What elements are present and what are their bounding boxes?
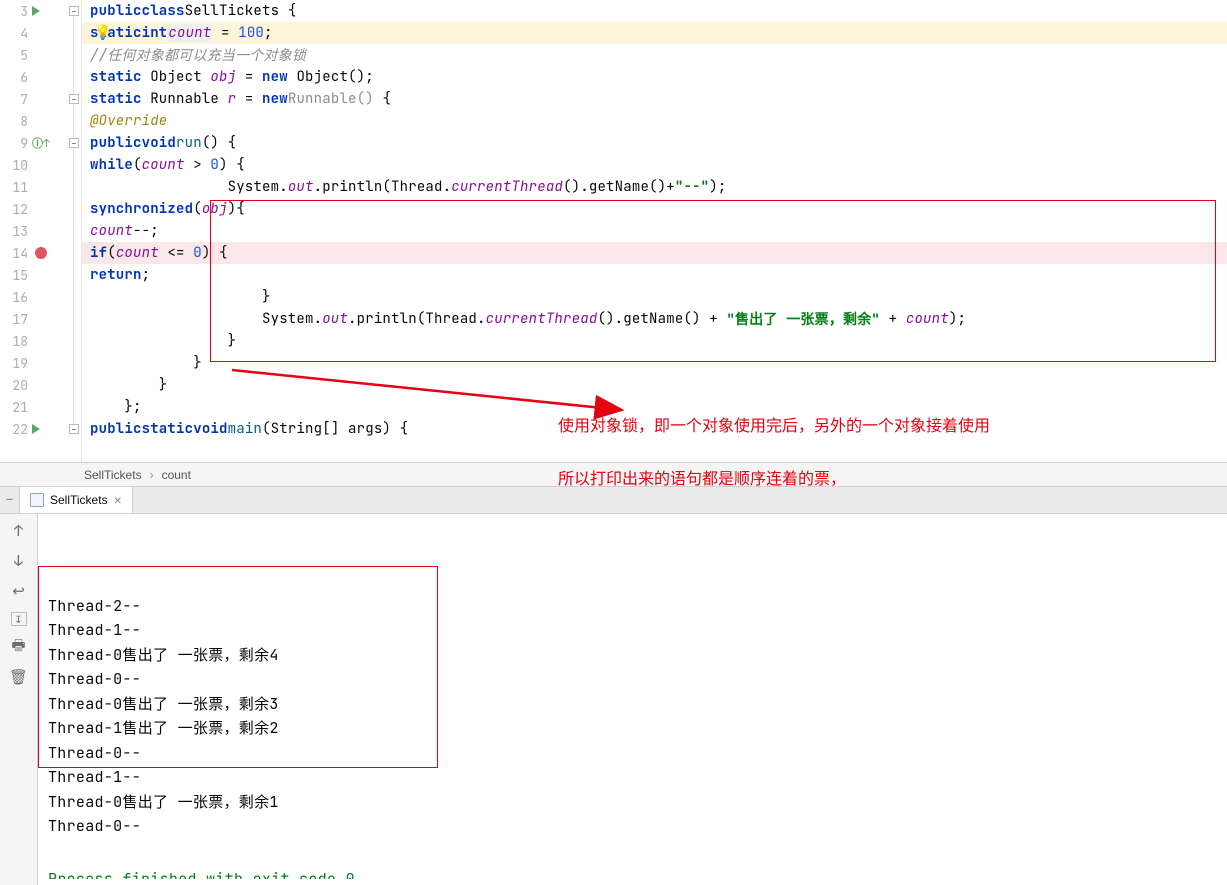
code-line[interactable]: System.out.println(Thread.currentThread(… (82, 176, 1227, 198)
code-line[interactable]: } (82, 286, 1227, 308)
annotation-text-2: 所以打印出来的语句都是顺序连着的票， (558, 465, 846, 489)
console-toolbar: ↑ ↓ ↩ ↧ 🖶 🗑 (0, 514, 38, 885)
run-icon[interactable] (32, 424, 40, 434)
breadcrumb-item[interactable]: count (162, 468, 191, 482)
code-line[interactable]: static int count = 100; (82, 22, 1227, 44)
console-line: Thread-0售出了 一张票，剩余3 (48, 692, 1217, 717)
console-line: Thread-0-- (48, 667, 1217, 692)
console-line: Thread-0售出了 一张票，剩余4 (48, 643, 1217, 668)
code-area[interactable]: 使用对象锁，即一个对象使用完后，另外的一个对象接着使用 public class… (82, 0, 1227, 462)
code-line[interactable]: count--; (82, 220, 1227, 242)
code-line[interactable]: } (82, 330, 1227, 352)
console-line: Thread-1-- (48, 765, 1217, 790)
code-editor[interactable]: 3456789Ⓘ↑10111213141516171819202122 使用对象… (0, 0, 1227, 462)
code-line[interactable]: static Runnable r = new Runnable() { (82, 88, 1227, 110)
code-line[interactable]: @Override (82, 110, 1227, 132)
run-config-icon (30, 493, 44, 507)
fold-column[interactable] (68, 0, 82, 462)
tab-minimize[interactable]: – (0, 487, 20, 513)
bulb-icon[interactable]: 💡 (94, 24, 111, 42)
console-line (48, 839, 1217, 864)
code-line[interactable]: } (82, 374, 1227, 396)
console-panel: ↑ ↓ ↩ ↧ 🖶 🗑 Thread-2--Thread-1--Thread-0… (0, 514, 1227, 885)
code-line[interactable]: public class SellTickets { (82, 0, 1227, 22)
code-line[interactable]: //任何对象都可以充当一个对象锁 (82, 44, 1227, 66)
print-icon[interactable]: 🖶 (10, 638, 28, 656)
code-line[interactable]: static Object obj = new Object(); (82, 66, 1227, 88)
breakpoint-icon[interactable] (35, 247, 47, 259)
code-line[interactable]: return; (82, 264, 1227, 286)
code-line[interactable]: if(count <= 0) { (82, 242, 1227, 264)
scroll-up-icon[interactable]: ↑ (10, 522, 28, 540)
console-line: Thread-1-- (48, 618, 1217, 643)
code-line[interactable]: } (82, 352, 1227, 374)
breadcrumb-bar[interactable]: SellTickets › count 所以打印出来的语句都是顺序连着的票， (0, 462, 1227, 486)
scroll-down-icon[interactable]: ↓ (10, 552, 28, 570)
code-line[interactable]: public void run() { (82, 132, 1227, 154)
console-line: Thread-2-- (48, 594, 1217, 619)
run-icon[interactable] (32, 6, 40, 16)
console-line: Process finished with exit code 0 (48, 867, 1217, 879)
code-line[interactable]: System.out.println(Thread.currentThread(… (82, 308, 1227, 330)
console-line: Thread-0-- (48, 814, 1217, 839)
console-line: Thread-0-- (48, 741, 1217, 766)
run-tab-bar: – SellTickets × (0, 486, 1227, 514)
soft-wrap-icon[interactable]: ↩ (10, 582, 28, 600)
code-line[interactable]: public static void main(String[] args) { (82, 418, 1227, 440)
scroll-to-end-icon[interactable]: ↧ (11, 612, 27, 626)
close-icon[interactable]: × (114, 492, 122, 508)
console-line: Thread-1售出了 一张票，剩余2 (48, 716, 1217, 741)
chevron-right-icon: › (150, 468, 154, 482)
delete-icon[interactable]: 🗑 (10, 668, 28, 686)
code-line[interactable]: synchronized(obj){ (82, 198, 1227, 220)
console-output[interactable]: Thread-2--Thread-1--Thread-0售出了 一张票，剩余4T… (38, 514, 1227, 885)
line-number-gutter[interactable]: 3456789Ⓘ↑10111213141516171819202122 (0, 0, 68, 462)
code-line[interactable]: while(count > 0) { (82, 154, 1227, 176)
override-icon[interactable]: Ⓘ↑ (32, 135, 50, 151)
breadcrumb-item[interactable]: SellTickets (84, 468, 142, 482)
console-line: Thread-0售出了 一张票，剩余1 (48, 790, 1217, 815)
run-tab[interactable]: SellTickets × (20, 487, 133, 513)
run-tab-label: SellTickets (50, 493, 108, 507)
code-line[interactable]: }; (82, 396, 1227, 418)
